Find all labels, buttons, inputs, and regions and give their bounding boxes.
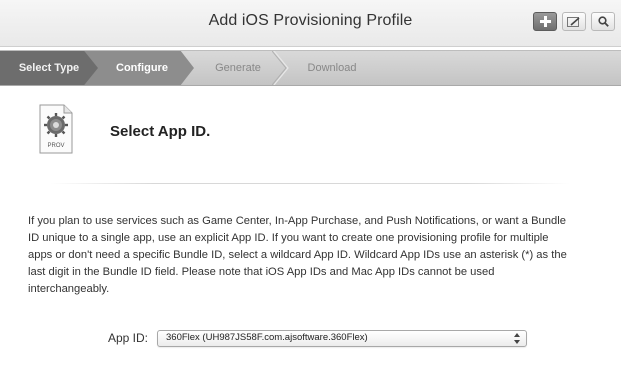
step-download: Download (307, 62, 357, 74)
provisioning-profile-icon: PROV (38, 103, 74, 155)
add-button[interactable] (533, 12, 557, 31)
search-button[interactable] (591, 12, 615, 31)
select-arrows-icon (514, 333, 520, 344)
edit-button[interactable] (562, 12, 586, 31)
step-select-type[interactable]: Select Type (0, 51, 98, 85)
wizard-steps: Select Type Configure Generate Download (0, 50, 621, 86)
search-icon (597, 16, 609, 27)
prov-icon-label: PROV (47, 143, 64, 149)
plus-icon (539, 16, 551, 27)
app-id-selected-value: 360Flex (UH987JS58F.com.ajsoftware.360Fl… (166, 332, 368, 343)
header-toolbar (533, 12, 615, 31)
divider (50, 183, 570, 184)
section-title: Select App ID. (110, 123, 211, 140)
page-title: Add iOS Provisioning Profile (208, 12, 413, 29)
header-bar: Add iOS Provisioning Profile (0, 0, 621, 47)
app-id-label: App ID: (108, 331, 149, 345)
step-generate: Generate (215, 62, 261, 74)
edit-icon (567, 16, 580, 27)
description-text: If you plan to use services such as Game… (28, 215, 567, 295)
step-configure[interactable]: Configure (84, 51, 194, 85)
app-id-select[interactable]: 360Flex (UH987JS58F.com.ajsoftware.360Fl… (157, 330, 527, 347)
